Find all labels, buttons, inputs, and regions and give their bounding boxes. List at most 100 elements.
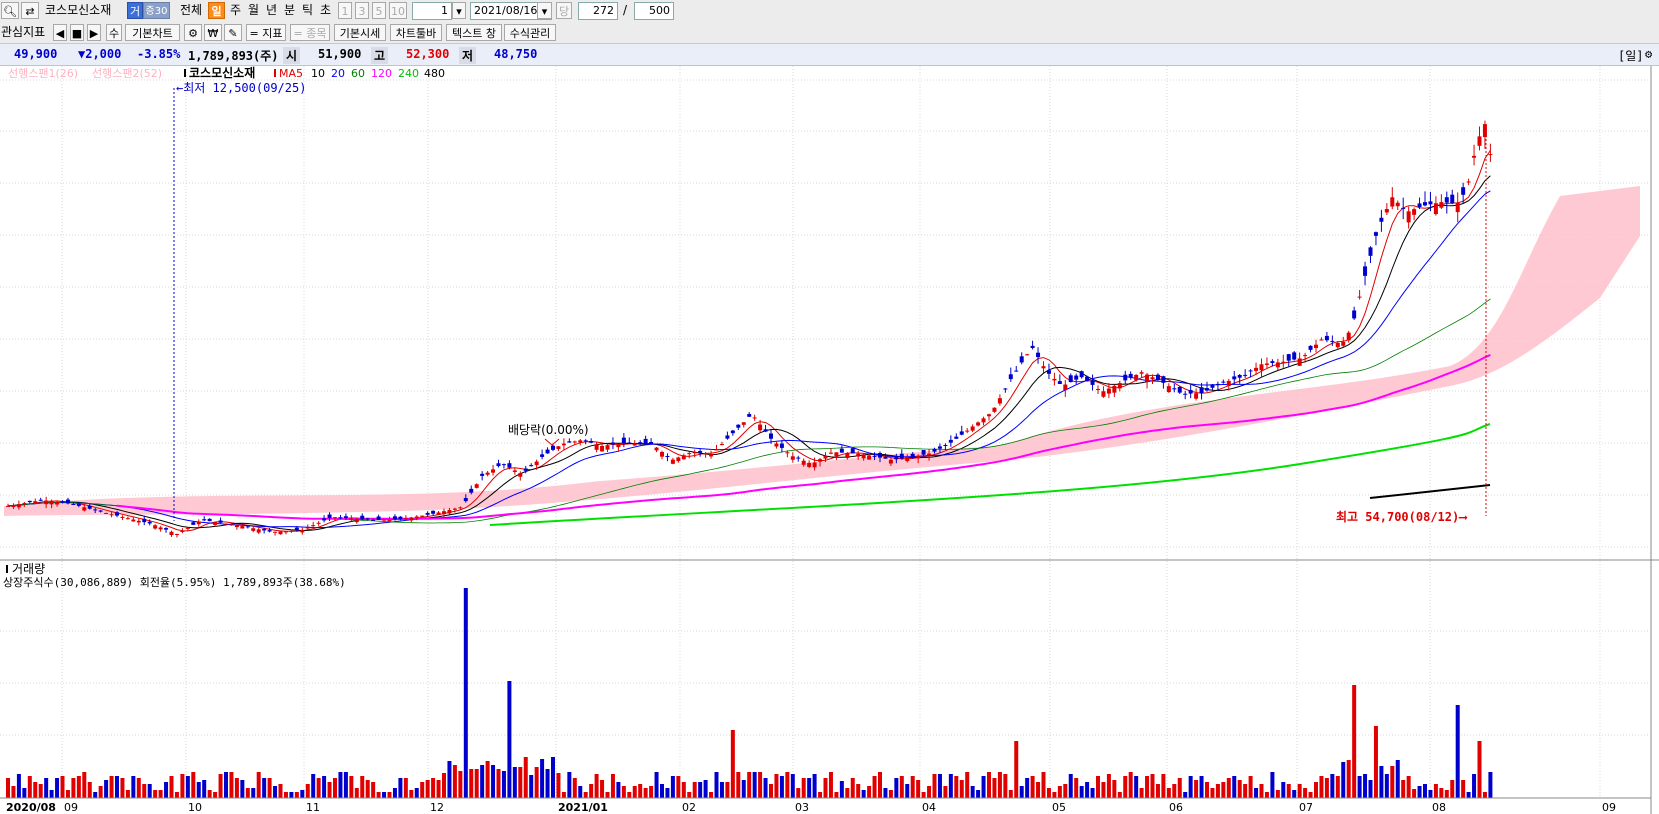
period-week[interactable]: 주 <box>230 2 241 19</box>
candle-body <box>654 447 659 451</box>
volume-bar <box>1014 741 1019 798</box>
wrench-icon[interactable]: ✎ <box>224 24 242 41</box>
chart-toolbar-button[interactable]: 차트툴바 <box>390 24 442 41</box>
candle-body <box>463 497 468 502</box>
basic-chart-button[interactable]: 기본차트 <box>125 24 180 41</box>
tab-all[interactable]: 전체 <box>180 2 202 19</box>
period-year[interactable]: 년 <box>266 2 277 19</box>
volume-bar <box>158 790 163 798</box>
settings-icon[interactable]: ⚙ <box>1645 47 1652 61</box>
volume-bar <box>1008 790 1013 798</box>
stock-name-field[interactable]: 코스모신소재 <box>42 2 124 20</box>
ma60-legend: 60 <box>351 67 365 80</box>
stock-chart[interactable]: ←최저 12,500(09/25) 최고 54,700(08/12)⟶ 배당락(… <box>0 66 1659 814</box>
formula-button[interactable]: 수식관리 <box>504 24 556 41</box>
volume-bar <box>1368 780 1373 798</box>
magnifier-icon[interactable]: 🔍︎ <box>1 2 19 19</box>
candle-body <box>703 453 708 455</box>
badge-a[interactable]: 거 <box>127 2 143 19</box>
interval-5[interactable]: 5 <box>372 2 386 19</box>
volume-bar <box>954 776 959 798</box>
candle-body <box>1352 310 1357 319</box>
candle-body <box>529 465 534 467</box>
count-input[interactable]: 272 <box>578 2 618 20</box>
x-tick-label: 2021/01 <box>558 801 608 814</box>
stop-icon[interactable]: ■ <box>70 24 84 41</box>
volume-bar <box>943 786 948 798</box>
index-button[interactable]: = 지표 <box>246 24 286 41</box>
su-button[interactable]: 수 <box>106 24 122 41</box>
candle-body <box>1472 155 1477 158</box>
candle-body <box>741 422 746 425</box>
period-minute[interactable]: 분 <box>284 2 295 19</box>
volume-bar <box>496 769 501 798</box>
volume-bar <box>937 774 942 798</box>
item-button[interactable]: = 종목 <box>290 24 330 41</box>
volume-bar <box>621 786 626 798</box>
swap-icon[interactable]: ⇄ <box>21 2 39 19</box>
candle-body <box>872 455 877 457</box>
total-input[interactable]: 500 <box>634 2 674 20</box>
candle-body <box>1210 384 1215 388</box>
candle-body <box>1373 232 1378 236</box>
volume-bar <box>632 786 637 798</box>
dang-button[interactable]: 당 <box>556 2 572 19</box>
candle-body <box>82 507 87 511</box>
volume-bar <box>360 776 365 798</box>
candle-body <box>283 531 288 533</box>
period-tick[interactable]: 틱 <box>302 2 313 19</box>
volume-bar <box>376 792 381 798</box>
text-window-button[interactable]: 텍스트 창 <box>446 24 502 41</box>
volume-bar <box>643 788 648 798</box>
interval-10[interactable]: 10 <box>389 2 407 19</box>
gear-icon[interactable]: ⚙ <box>184 24 202 41</box>
volume-bar <box>654 772 659 798</box>
basic-quote-button[interactable]: 기본시세 <box>334 24 386 41</box>
interval-3[interactable]: 3 <box>355 2 369 19</box>
candle-body <box>812 462 817 468</box>
volume-bar <box>185 776 190 798</box>
won-icon[interactable]: ₩ <box>204 24 222 41</box>
candle-body <box>360 515 365 520</box>
volume-bar <box>681 782 686 798</box>
badge-b[interactable]: 증30 <box>143 2 170 19</box>
prev-icon[interactable]: ◀ <box>53 24 67 41</box>
volume-bar <box>16 774 21 798</box>
candle-body <box>948 439 953 443</box>
period-month[interactable]: 월 <box>248 2 259 19</box>
candle-body <box>1466 181 1471 183</box>
chevron-down-icon[interactable]: ▾ <box>452 2 466 19</box>
candle-body <box>1079 371 1084 378</box>
candle-body <box>578 440 583 443</box>
indicator-menu[interactable]: 관심지표 <box>1 24 45 41</box>
candle-body <box>1308 345 1313 350</box>
candle-body <box>899 453 904 459</box>
candle-body <box>616 443 621 448</box>
volume-bar <box>289 792 294 798</box>
period-second[interactable]: 초 <box>320 2 331 19</box>
candle-body <box>485 472 490 475</box>
interval-input[interactable]: 1 <box>412 2 452 20</box>
volume-bar <box>529 775 534 798</box>
candle-body <box>1030 345 1035 348</box>
candle-body <box>1150 377 1155 380</box>
candle-body <box>1145 374 1150 382</box>
volume-bar <box>174 792 179 798</box>
volume-bar <box>1482 792 1487 798</box>
next-icon[interactable]: ▶ <box>87 24 101 41</box>
candle-body <box>763 429 768 432</box>
volume-bar <box>1188 776 1193 798</box>
candle-body <box>1123 374 1128 381</box>
volume-bar <box>27 776 32 798</box>
candle-body <box>1008 374 1013 380</box>
calendar-dropdown-icon[interactable]: ▾ <box>537 2 552 19</box>
volume-bar <box>627 792 632 798</box>
volume-bar <box>561 792 566 798</box>
interval-1[interactable]: 1 <box>338 2 352 19</box>
volume-bar <box>1145 776 1150 798</box>
volume-bar <box>1117 792 1122 798</box>
period-day[interactable]: 일 <box>208 2 225 19</box>
candle-body <box>501 464 506 466</box>
volume-bar <box>551 757 555 798</box>
candle-body <box>240 526 245 529</box>
